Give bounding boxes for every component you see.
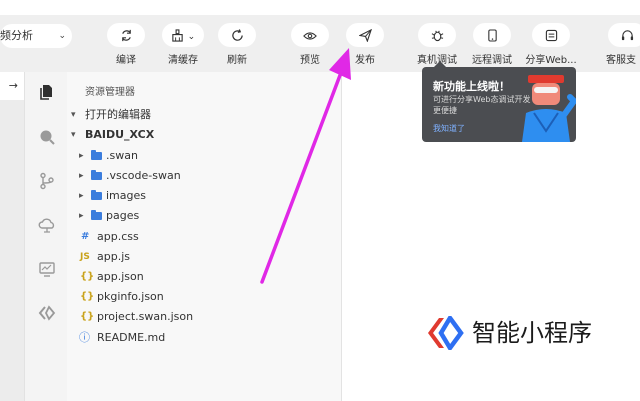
tree-item-project-swan-json[interactable]: {} project.swan.json [67, 307, 341, 327]
json-file-icon: {} [80, 291, 95, 302]
remote-debug-label: 远程调试 [472, 55, 512, 66]
folder-icon [91, 170, 102, 180]
folder-icon [91, 210, 102, 220]
source-control-icon[interactable] [38, 172, 56, 190]
smart-miniprogram-logo-icon [428, 316, 464, 350]
compile-icon [121, 29, 131, 42]
chevron-down-icon: ▾ [71, 110, 76, 120]
chevron-down-icon: ⌄ [58, 31, 66, 41]
support-label: 客服支 [606, 55, 636, 66]
brand-text: 智能小程序 [472, 319, 592, 347]
compile-label: 编译 [116, 55, 136, 66]
clear-cache-button[interactable]: ⌄ [162, 23, 204, 47]
share-web-button[interactable] [532, 23, 570, 47]
remote-debug-button[interactable] [473, 23, 511, 47]
new-feature-popup: 新功能上线啦！ 可进行分享Web态调试开发更便捷 我知道了 [422, 61, 576, 142]
brand-logo: 智能小程序 [426, 316, 616, 350]
compile-button[interactable] [107, 23, 145, 47]
headset-icon [621, 30, 633, 41]
collapsed-tab[interactable]: → [0, 72, 24, 100]
mascot-illustration [522, 75, 576, 142]
tree-item-label: .vscode-swan [106, 169, 181, 182]
js-file-icon: JS [80, 252, 90, 262]
tree-item-label: pages [106, 209, 140, 222]
popup-dismiss-link[interactable]: 我知道了 [433, 123, 465, 134]
chevron-right-icon: ▸ [79, 191, 84, 201]
tree-item-label: app.js [97, 250, 130, 263]
support-button[interactable] [608, 23, 640, 47]
chevron-down-icon: ▾ [71, 130, 76, 140]
json-file-icon: {} [80, 271, 95, 282]
share-web-icon [545, 29, 557, 42]
annotation-arrow [260, 48, 351, 284]
swan-logo-icon[interactable] [38, 304, 56, 322]
analysis-dropdown[interactable]: 频分析 ⌄ [0, 24, 72, 48]
project-name: BAIDU_XCX [85, 128, 155, 141]
activity-bar [24, 72, 69, 401]
tree-item-label: app.css [97, 230, 139, 243]
tree-item-label: .swan [106, 149, 138, 162]
window-top-strip [0, 0, 640, 15]
tree-item-label: README.md [97, 331, 166, 344]
chevron-down-icon: ⌄ [187, 32, 196, 42]
chevron-right-icon: ▸ [79, 211, 84, 221]
tree-item-label: project.swan.json [97, 310, 194, 323]
tree-item-label: images [106, 189, 146, 202]
explorer-title: 资源管理器 [85, 87, 135, 98]
clear-cache-label: 清缓存 [168, 55, 198, 66]
css-file-icon: # [81, 231, 90, 242]
send-icon [357, 28, 372, 43]
cloud-icon[interactable] [38, 216, 56, 234]
device-debug-button[interactable] [418, 23, 456, 47]
broom-icon [172, 29, 183, 42]
tree-item-label: pkginfo.json [97, 290, 164, 303]
monitor-icon[interactable] [38, 260, 56, 278]
search-icon[interactable] [38, 128, 56, 146]
phone-icon [487, 29, 497, 42]
json-file-icon: {} [80, 311, 95, 322]
popup-pointer [434, 61, 446, 67]
folder-icon [91, 150, 102, 160]
open-editors-label: 打开的编辑器 [85, 108, 151, 121]
bug-icon [431, 30, 443, 42]
arrow-right-icon: → [8, 79, 18, 92]
info-file-icon: ⓘ [79, 331, 90, 344]
chevron-right-icon: ▸ [79, 171, 84, 181]
files-icon[interactable] [38, 83, 56, 101]
analysis-dropdown-value: 频分析 [0, 29, 33, 42]
left-panel-strip [0, 72, 24, 401]
chevron-right-icon: ▸ [79, 151, 84, 161]
refresh-icon [231, 29, 243, 41]
folder-icon [91, 190, 102, 200]
popup-title: 新功能上线啦！ [433, 80, 510, 93]
tree-item-readme[interactable]: ⓘ README.md [67, 328, 341, 348]
tree-item-label: app.json [97, 270, 144, 283]
tree-item-pkginfo-json[interactable]: {} pkginfo.json [67, 287, 341, 307]
share-web-label: 分享Web... [525, 55, 577, 66]
